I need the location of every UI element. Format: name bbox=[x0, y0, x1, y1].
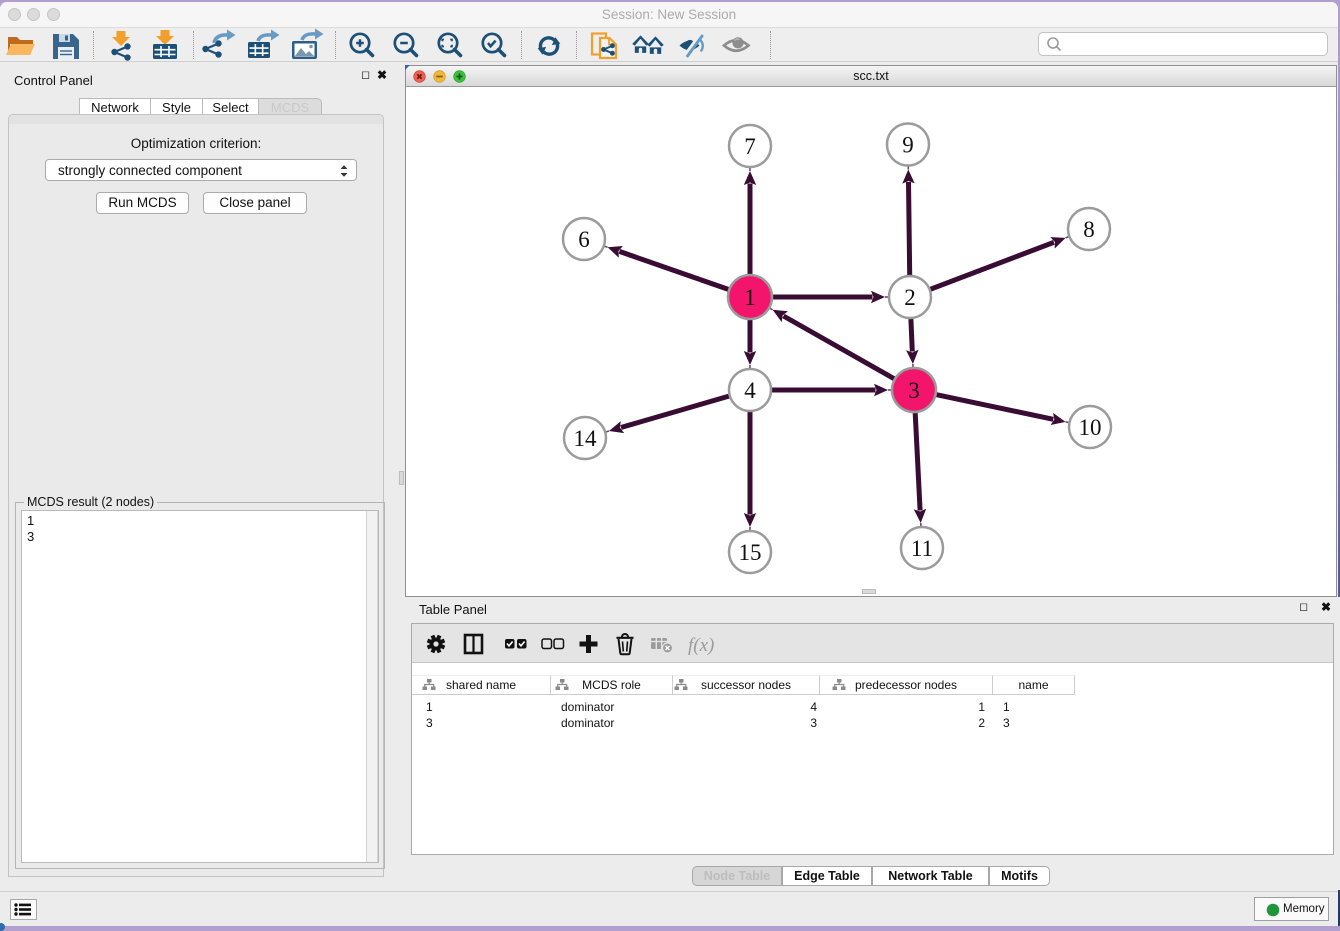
svg-text:4: 4 bbox=[744, 378, 756, 403]
svg-text:11: 11 bbox=[911, 536, 933, 561]
svg-text:10: 10 bbox=[1079, 415, 1102, 440]
svg-text:f(x): f(x) bbox=[688, 635, 714, 656]
svg-text:3: 3 bbox=[908, 378, 920, 403]
svg-text:9: 9 bbox=[902, 133, 914, 158]
svg-text:7: 7 bbox=[744, 134, 756, 159]
svg-text:15: 15 bbox=[739, 540, 762, 565]
svg-text:1: 1 bbox=[744, 285, 756, 310]
svg-text:8: 8 bbox=[1083, 217, 1095, 242]
svg-text:6: 6 bbox=[578, 227, 590, 252]
svg-text:2: 2 bbox=[904, 285, 916, 310]
svg-text:14: 14 bbox=[574, 426, 598, 451]
